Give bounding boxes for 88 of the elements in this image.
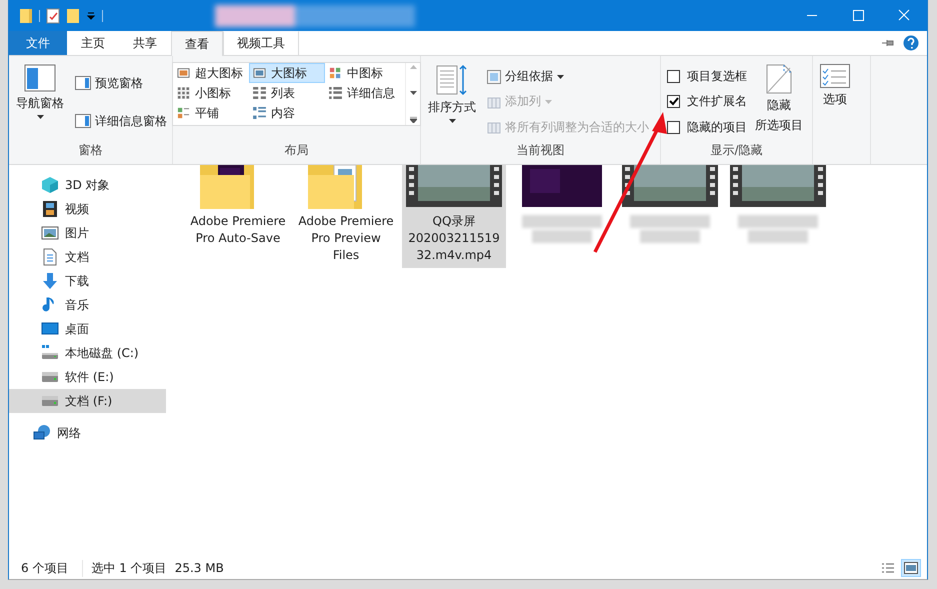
file-item[interactable]: QQ录屏20200321151932.m4v.mp4	[402, 165, 506, 268]
nav-item[interactable]: 软件 (E:)	[9, 365, 166, 389]
file-name: QQ录屏20200321151932.m4v.mp4	[407, 213, 501, 264]
file-name: Adobe Premiere Pro Preview Files	[298, 213, 394, 264]
content-list-icon	[253, 107, 266, 119]
options-button[interactable]: 选项	[817, 62, 853, 142]
list-icon	[881, 562, 895, 574]
nav-item[interactable]: 下载	[9, 269, 166, 293]
sort-icon	[436, 64, 468, 96]
group-label: 布局	[284, 142, 310, 159]
pin-icon[interactable]	[881, 38, 895, 48]
item-count: 6 个项目	[21, 560, 84, 576]
grid-icon	[329, 67, 342, 79]
nav-item[interactable]: 文档 (F:)	[9, 389, 166, 413]
layout-option[interactable]: 小图标	[173, 83, 249, 103]
help-icon[interactable]	[903, 35, 919, 51]
cube-icon	[41, 176, 59, 194]
hidden-file-icon	[766, 64, 792, 94]
layout-option[interactable]: 详细信息	[325, 83, 405, 103]
layout-option[interactable]: 平铺	[173, 103, 249, 123]
group-icon	[487, 70, 501, 84]
tiles-icon	[177, 107, 190, 119]
film-icon	[41, 200, 59, 218]
group-label: 窗格	[78, 142, 104, 159]
caret-icon	[557, 74, 564, 79]
grid-icon	[177, 87, 190, 99]
nav-item[interactable]: 3D 对象	[9, 173, 166, 197]
expand-icon[interactable]	[410, 117, 416, 123]
pane-icon	[75, 76, 91, 90]
nav-item[interactable]: 图片	[9, 221, 166, 245]
scroll-down-icon[interactable]	[410, 91, 416, 95]
nav-item[interactable]: 视频	[9, 197, 166, 221]
picture-icon	[177, 67, 190, 79]
checklist-icon	[820, 64, 850, 88]
picture-icon	[904, 562, 918, 574]
file-name: Adobe Premiere Pro Auto-Save	[190, 213, 286, 247]
nav-item[interactable]: 桌面	[9, 317, 166, 341]
document-icon	[41, 248, 59, 266]
caret-icon	[545, 100, 552, 104]
layout-option[interactable]: 中图标	[325, 63, 405, 83]
details-pane-button[interactable]: 详细信息窗格	[73, 112, 169, 130]
layout-option[interactable]: 列表	[249, 83, 325, 103]
group-label: 当前视图	[516, 142, 566, 159]
pane-icon	[75, 114, 91, 128]
checkbox[interactable]: 文件扩展名	[665, 91, 749, 112]
layout-option[interactable]: 内容	[249, 103, 325, 123]
nav-item[interactable]: 网络	[9, 421, 166, 445]
checkbox[interactable]: 项目复选框	[665, 66, 749, 88]
file-item[interactable]: Adobe Premiere Pro Preview Files	[294, 165, 398, 268]
large-icons-view-button[interactable]	[901, 559, 921, 577]
group-label: 显示/隐藏	[709, 142, 764, 159]
picture-icon	[253, 67, 266, 79]
picture-icon	[41, 224, 59, 242]
ribbon-tab[interactable]: 主页	[67, 31, 119, 55]
columns-icon	[487, 120, 501, 134]
group-by-button[interactable]: 分组依据	[485, 67, 651, 86]
maximize-icon	[850, 8, 866, 23]
checkbox[interactable]: 隐藏的项目	[665, 116, 749, 138]
pane-layout-icon	[24, 64, 56, 92]
nav-item[interactable]: 本地磁盘 (C:)	[9, 341, 166, 365]
caret-icon	[36, 115, 44, 119]
selection-size: 25.3 MB	[174, 561, 224, 575]
sort-by-button[interactable]: 排序方式	[425, 62, 479, 142]
details-list-icon	[329, 87, 342, 99]
columns-list-icon	[253, 87, 266, 99]
layout-option[interactable]: 超大图标	[173, 63, 249, 83]
ribbon-tab[interactable]: 视频工具	[223, 31, 299, 55]
ribbon-tab[interactable]: 共享	[119, 31, 171, 55]
down-arrow-icon	[41, 272, 59, 290]
ribbon-tab[interactable]: 文件	[9, 31, 67, 55]
navigation-pane-button[interactable]: 导航窗格	[13, 62, 67, 142]
close-icon	[896, 8, 912, 23]
ribbon-tab[interactable]: 查看	[171, 31, 223, 56]
nav-item[interactable]: 文档	[9, 245, 166, 269]
file-item[interactable]: Adobe Premiere Pro Auto-Save	[186, 165, 290, 251]
network-icon	[33, 424, 51, 442]
nav-item[interactable]: 音乐	[9, 293, 166, 317]
caret-icon	[448, 119, 456, 123]
dropdown-icon[interactable]	[86, 10, 96, 20]
checkmark-icon	[668, 97, 678, 106]
preview-pane-button[interactable]: 预览窗格	[73, 74, 169, 92]
selection-count: 选中 1 个项目	[91, 560, 167, 576]
drive-icon	[41, 344, 59, 362]
hide-selected-button[interactable]: 隐藏 所选项目	[755, 62, 803, 142]
layout-option[interactable]: 大图标	[249, 63, 325, 83]
folder-icon[interactable]	[19, 8, 33, 24]
columns-icon	[487, 94, 501, 109]
minimize-icon	[807, 15, 817, 16]
